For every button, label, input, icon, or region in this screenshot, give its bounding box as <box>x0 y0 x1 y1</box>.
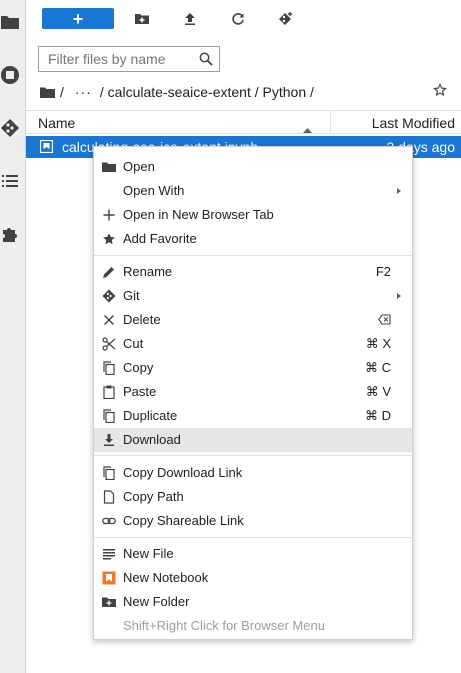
menu-item-cut[interactable]: Cut ⌘ X <box>94 332 412 356</box>
menu-item-browser-menu-hint: Shift+Right Click for Browser Menu <box>94 614 412 638</box>
menu-item-git[interactable]: Git <box>94 284 412 308</box>
menu-item-copy-path[interactable]: Copy Path <box>94 485 412 509</box>
menu-label: Paste <box>123 384 157 399</box>
menu-separator <box>94 455 412 456</box>
link-icon <box>102 514 116 528</box>
submenu-arrow-icon <box>397 293 401 299</box>
menu-label: New File <box>123 546 174 561</box>
search-icon <box>199 52 213 69</box>
menu-shortcut: ⌘ C <box>365 360 391 375</box>
menu-label: Shift+Right Click for Browser Menu <box>123 618 325 633</box>
copy-icon <box>102 466 116 480</box>
context-menu: Open Open With Open in New Browser Tab A… <box>93 146 413 640</box>
breadcrumb-home-folder-icon[interactable] <box>40 86 55 99</box>
menu-label: Delete <box>123 312 161 327</box>
menu-shortcut: ⌘ D <box>365 408 391 423</box>
breadcrumb-ellipsis[interactable]: ··· <box>75 84 92 100</box>
close-icon <box>102 313 116 327</box>
new-folder-button[interactable] <box>133 8 151 30</box>
menu-item-open-new-tab[interactable]: Open in New Browser Tab <box>94 203 412 227</box>
menu-item-new-file[interactable]: New File <box>94 542 412 566</box>
backspace-icon <box>378 312 391 325</box>
git-clone-icon <box>279 12 292 25</box>
new-launcher-button[interactable]: + <box>42 8 114 29</box>
menu-separator <box>94 537 412 538</box>
menu-shortcut: F2 <box>375 264 391 279</box>
menu-item-open-with[interactable]: Open With <box>94 179 412 203</box>
menu-item-paste[interactable]: Paste ⌘ V <box>94 380 412 404</box>
new-folder-icon <box>135 14 149 24</box>
refresh-icon <box>232 13 244 25</box>
sort-ascending-icon[interactable] <box>303 120 312 136</box>
folder-icon[interactable] <box>0 12 20 32</box>
name-column-header[interactable]: Name <box>38 115 75 131</box>
folder-icon <box>102 160 116 174</box>
menu-label: New Notebook <box>123 570 209 585</box>
submenu-arrow-icon <box>397 188 401 194</box>
filter-input[interactable] <box>39 47 198 71</box>
menu-item-add-favorite[interactable]: Add Favorite <box>94 227 412 251</box>
menu-label: Rename <box>123 264 173 279</box>
breadcrumb-root[interactable]: / <box>60 84 64 100</box>
menu-label: Open in New Browser Tab <box>123 207 274 222</box>
left-sidebar <box>0 0 26 673</box>
download-icon <box>102 433 116 447</box>
toc-icon[interactable] <box>0 171 20 191</box>
upload-icon <box>185 13 195 25</box>
filter-box <box>38 46 220 72</box>
menu-label: Copy Download Link <box>123 465 243 480</box>
menu-item-delete[interactable]: Delete <box>94 308 412 332</box>
new-folder-icon <box>102 595 116 609</box>
menu-label: Copy <box>123 360 154 375</box>
git-clone-button[interactable] <box>277 8 295 30</box>
menu-label: Copy Shareable Link <box>123 513 244 528</box>
menu-label: Open With <box>123 183 185 198</box>
menu-item-download[interactable]: Download <box>94 428 412 452</box>
menu-label: Download <box>123 432 181 447</box>
breadcrumb: / ··· / calculate-seaice-extent / Python… <box>40 82 460 102</box>
menu-item-copy[interactable]: Copy ⌘ C <box>94 356 412 380</box>
menu-label: Git <box>123 288 140 303</box>
menu-item-copy-shareable-link[interactable]: Copy Shareable Link <box>94 509 412 533</box>
menu-label: Add Favorite <box>123 231 197 246</box>
menu-label: Cut <box>123 336 144 351</box>
paste-icon <box>102 385 116 399</box>
menu-item-rename[interactable]: Rename F2 <box>94 260 412 284</box>
favorite-star-icon[interactable] <box>433 83 447 100</box>
pencil-icon <box>102 265 116 279</box>
menu-separator <box>94 255 412 256</box>
git-icon[interactable] <box>0 118 20 138</box>
last-modified-column-header[interactable]: Last Modified <box>372 115 455 131</box>
file-list-header: Name Last Modified <box>26 110 461 134</box>
refresh-button[interactable] <box>229 8 247 30</box>
menu-shortcut: ⌘ X <box>365 336 391 351</box>
notebook-icon <box>102 571 116 585</box>
duplicate-icon <box>102 409 116 423</box>
menu-label: Copy Path <box>123 489 184 504</box>
menu-label: Open <box>123 159 155 174</box>
menu-item-new-notebook[interactable]: New Notebook <box>94 566 412 590</box>
plus-icon: + <box>72 8 84 29</box>
menu-item-open[interactable]: Open <box>94 155 412 179</box>
menu-item-duplicate[interactable]: Duplicate ⌘ D <box>94 404 412 428</box>
menu-item-copy-download-link[interactable]: Copy Download Link <box>94 461 412 485</box>
plus-icon <box>102 208 116 222</box>
menu-label: New Folder <box>123 594 190 609</box>
extension-icon[interactable] <box>0 224 20 244</box>
notebook-file-icon <box>39 139 54 156</box>
text-file-icon <box>102 547 116 561</box>
breadcrumb-path[interactable]: / calculate-seaice-extent / Python / <box>100 84 314 100</box>
menu-item-new-folder[interactable]: New Folder <box>94 590 412 614</box>
scissors-icon <box>102 337 116 351</box>
upload-button[interactable] <box>181 8 199 30</box>
file-icon <box>102 490 116 504</box>
copy-icon <box>102 361 116 375</box>
menu-shortcut: ⌘ V <box>365 384 391 399</box>
menu-label: Duplicate <box>123 408 178 423</box>
column-divider[interactable] <box>330 111 331 133</box>
git-icon <box>102 289 116 303</box>
star-icon <box>102 232 116 246</box>
running-icon[interactable] <box>0 65 20 85</box>
